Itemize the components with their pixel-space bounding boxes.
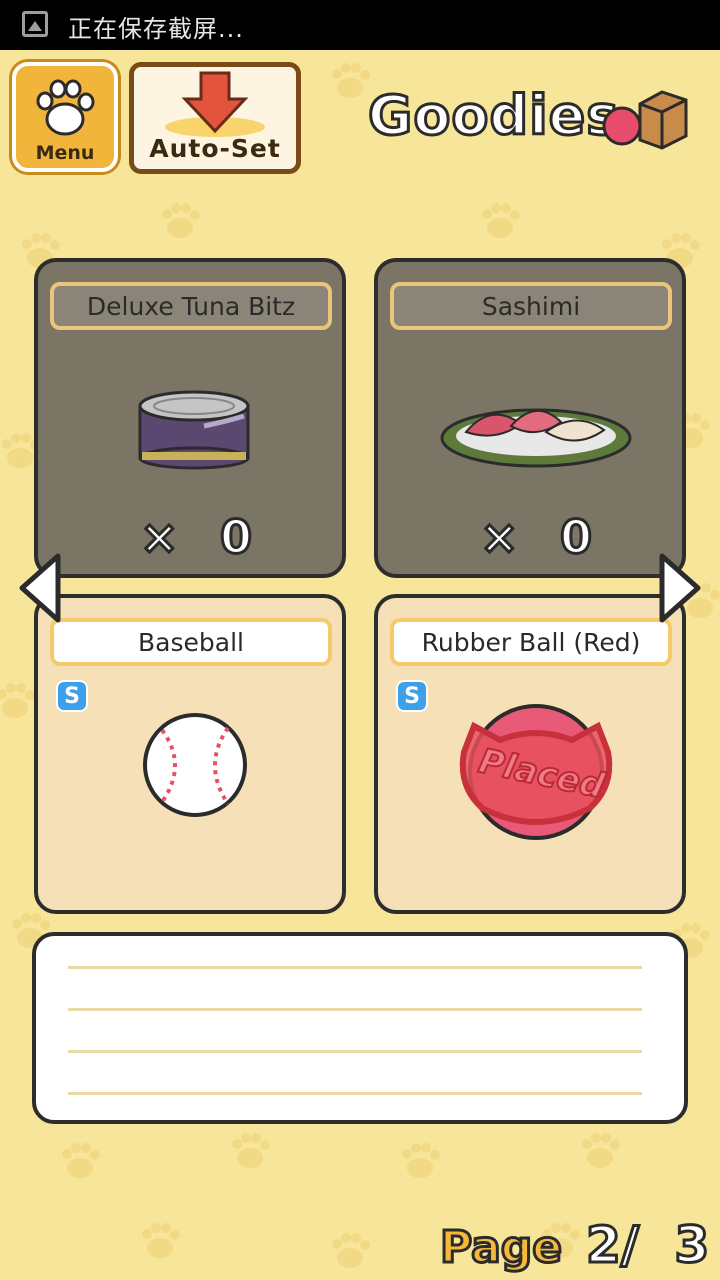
- previous-page-arrow-icon[interactable]: [18, 552, 62, 624]
- goodie-card-baseball[interactable]: Baseball S: [34, 594, 346, 914]
- menu-label: Menu: [35, 142, 95, 164]
- item-name: Sashimi: [390, 282, 672, 330]
- page-indicator: 2/ 3: [584, 1215, 711, 1276]
- tuna-can-icon: [138, 390, 250, 470]
- status-text: 正在保存截屏...: [68, 15, 244, 43]
- quantity-value: 0: [218, 509, 253, 566]
- description-line: [68, 966, 642, 969]
- description-line: [68, 1008, 642, 1011]
- total-pages: 3: [673, 1215, 711, 1276]
- paw-icon: [36, 79, 95, 136]
- item-name: Rubber Ball (Red): [390, 618, 672, 666]
- silver-fish-badge: S: [396, 680, 428, 712]
- description-box: [32, 932, 688, 1124]
- quantity-multiplier: ×: [139, 509, 181, 566]
- status-bar: 正在保存截屏...: [0, 0, 720, 50]
- item-name: Deluxe Tuna Bitz: [50, 282, 332, 330]
- goodies-box-icon: [602, 90, 688, 150]
- baseball-icon: [143, 713, 247, 817]
- auto-set-button[interactable]: Auto-Set: [129, 62, 301, 174]
- silver-fish-badge: S: [56, 680, 88, 712]
- image-icon: [22, 11, 48, 37]
- page-title: Goodies: [366, 83, 620, 149]
- quantity-multiplier: ×: [479, 509, 521, 566]
- auto-set-label: Auto-Set: [149, 134, 281, 163]
- description-line: [68, 1092, 642, 1095]
- goodie-card-sashimi[interactable]: Sashimi × 0: [374, 258, 686, 578]
- goodie-card-rubber-ball-red[interactable]: Rubber Ball (Red) S Placed: [374, 594, 686, 914]
- description-line: [68, 1050, 642, 1053]
- menu-button[interactable]: Menu: [12, 62, 118, 172]
- item-name: Baseball: [50, 618, 332, 666]
- current-page: 2/: [584, 1215, 640, 1276]
- sashimi-icon: [440, 408, 632, 468]
- quantity-value: 0: [558, 509, 593, 566]
- next-page-arrow-icon[interactable]: [658, 552, 702, 624]
- goodie-card-deluxe-tuna-bitz[interactable]: Deluxe Tuna Bitz × 0: [34, 258, 346, 578]
- down-arrow-icon: [165, 71, 265, 137]
- page-label: Page: [438, 1221, 563, 1275]
